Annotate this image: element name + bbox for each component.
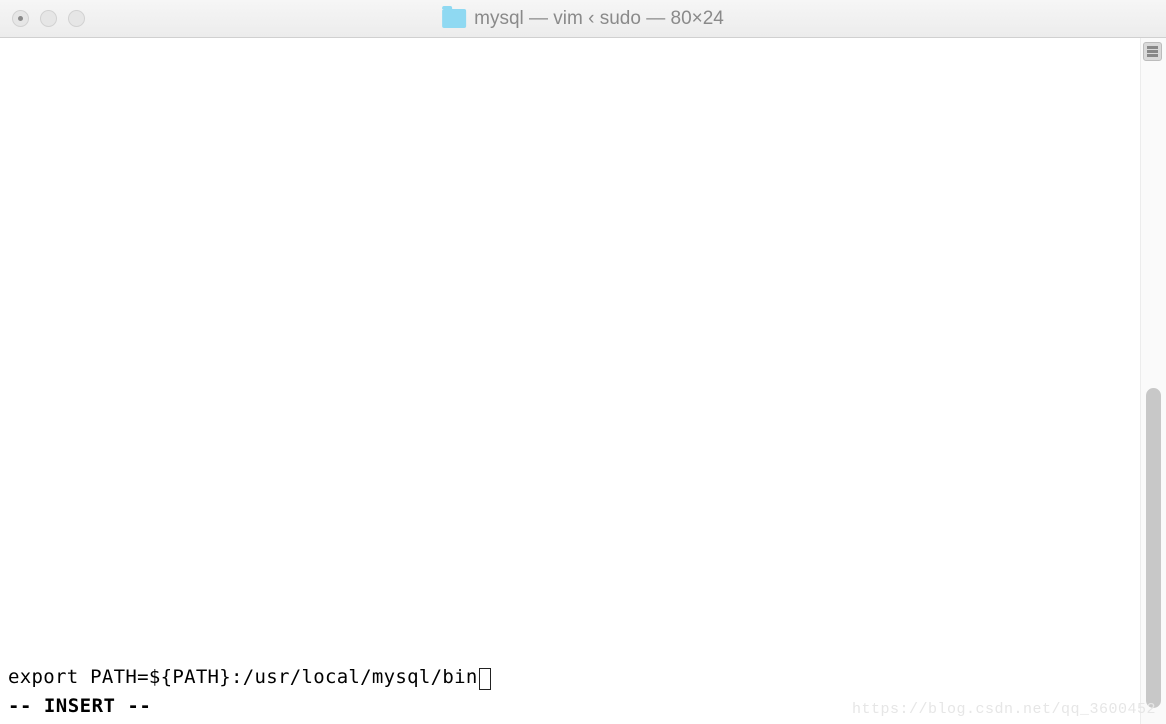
terminal-content-line: export PATH=${PATH}:/usr/local/mysql/bin (8, 663, 1132, 692)
window-titlebar: mysql — vim ‹ sudo — 80×24 (0, 0, 1166, 38)
scrollbar[interactable] (1140, 38, 1166, 724)
export-path-line: export PATH=${PATH}:/usr/local/mysql/bin (8, 666, 478, 688)
cursor (479, 668, 491, 690)
content-area: export PATH=${PATH}:/usr/local/mysql/bin… (0, 38, 1166, 724)
maximize-button[interactable] (68, 10, 85, 27)
folder-icon (442, 9, 466, 28)
window-title: mysql — vim ‹ sudo — 80×24 (442, 8, 724, 30)
close-button[interactable] (12, 10, 29, 27)
menu-icon[interactable] (1143, 42, 1162, 61)
terminal-body[interactable]: export PATH=${PATH}:/usr/local/mysql/bin… (0, 38, 1140, 724)
vim-mode-line: -- INSERT -- (8, 692, 1132, 721)
minimize-button[interactable] (40, 10, 57, 27)
title-text: mysql — vim ‹ sudo — 80×24 (474, 8, 724, 30)
traffic-lights (12, 10, 85, 27)
scroll-thumb[interactable] (1146, 388, 1161, 708)
